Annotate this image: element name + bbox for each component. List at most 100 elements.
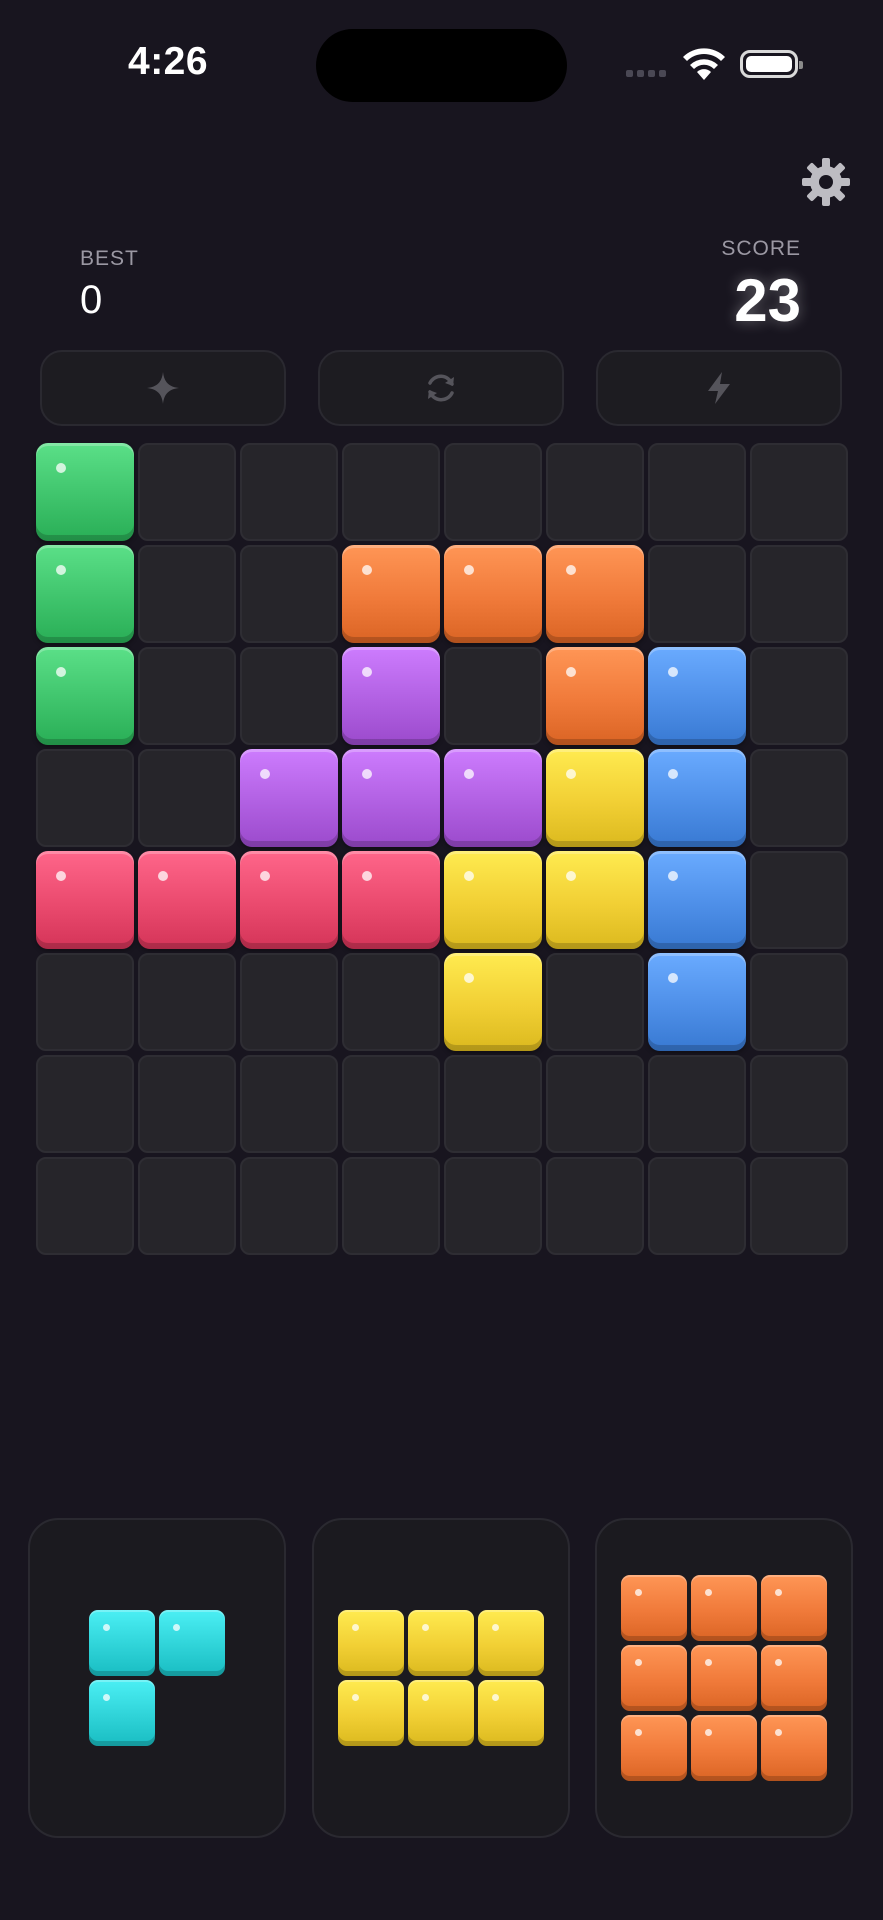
piece-block-yellow bbox=[478, 1680, 544, 1746]
board-cell-empty[interactable] bbox=[444, 647, 542, 745]
board-cell-empty[interactable] bbox=[36, 1157, 134, 1255]
piece-block-yellow bbox=[478, 1610, 544, 1676]
board-block-yellow[interactable] bbox=[546, 851, 644, 949]
board-cell-empty[interactable] bbox=[444, 1157, 542, 1255]
board-cell-empty[interactable] bbox=[546, 1157, 644, 1255]
board-cell-empty[interactable] bbox=[240, 647, 338, 745]
board-cell-empty[interactable] bbox=[138, 443, 236, 541]
board-cell-empty[interactable] bbox=[750, 443, 848, 541]
board-block-green[interactable] bbox=[36, 545, 134, 643]
best-label: BEST bbox=[80, 247, 139, 270]
board-cell-empty[interactable] bbox=[546, 443, 644, 541]
board-block-blue[interactable] bbox=[648, 749, 746, 847]
board-cell-empty[interactable] bbox=[138, 1055, 236, 1153]
board-block-pink[interactable] bbox=[138, 851, 236, 949]
piece-slot-3[interactable] bbox=[595, 1518, 853, 1838]
board-cell-empty[interactable] bbox=[648, 1055, 746, 1153]
board-block-blue[interactable] bbox=[648, 953, 746, 1051]
piece-block-orange bbox=[691, 1575, 757, 1641]
board-block-orange[interactable] bbox=[546, 647, 644, 745]
board-cell-empty[interactable] bbox=[240, 953, 338, 1051]
piece-block-yellow bbox=[408, 1680, 474, 1746]
board-cell-empty[interactable] bbox=[648, 545, 746, 643]
board-cell-empty[interactable] bbox=[240, 443, 338, 541]
piece-slot-1[interactable] bbox=[28, 1518, 286, 1838]
piece-slot-2[interactable] bbox=[312, 1518, 570, 1838]
board-cell-empty[interactable] bbox=[648, 1157, 746, 1255]
board-block-green[interactable] bbox=[36, 443, 134, 541]
board-block-blue[interactable] bbox=[648, 851, 746, 949]
piece-block-cyan bbox=[89, 1610, 155, 1676]
best-value: 0 bbox=[80, 278, 103, 322]
piece-block-cyan bbox=[89, 1680, 155, 1746]
refresh-icon bbox=[428, 374, 454, 402]
cellular-signal-icon bbox=[626, 70, 666, 77]
board-cell-empty[interactable] bbox=[36, 749, 134, 847]
board-cell-empty[interactable] bbox=[750, 749, 848, 847]
wifi-icon bbox=[683, 48, 725, 80]
score-value: 23 bbox=[734, 267, 801, 334]
board-cell-empty[interactable] bbox=[444, 1055, 542, 1153]
board-block-purple[interactable] bbox=[444, 749, 542, 847]
board-cell-empty[interactable] bbox=[240, 1055, 338, 1153]
board-block-yellow[interactable] bbox=[444, 851, 542, 949]
board-cell-empty[interactable] bbox=[750, 851, 848, 949]
refresh-powerup-button[interactable] bbox=[318, 350, 564, 426]
board-cell-empty[interactable] bbox=[138, 545, 236, 643]
board-cell-empty[interactable] bbox=[444, 443, 542, 541]
board-block-purple[interactable] bbox=[342, 749, 440, 847]
status-time: 4:26 bbox=[128, 40, 209, 83]
board-cell-empty[interactable] bbox=[240, 1157, 338, 1255]
piece-block-orange bbox=[621, 1575, 687, 1641]
board-cell-empty[interactable] bbox=[36, 953, 134, 1051]
board-block-blue[interactable] bbox=[648, 647, 746, 745]
score-label: SCORE bbox=[721, 237, 801, 260]
board-block-orange[interactable] bbox=[546, 545, 644, 643]
board-cell-empty[interactable] bbox=[750, 545, 848, 643]
board-block-yellow[interactable] bbox=[444, 953, 542, 1051]
gear-icon[interactable] bbox=[800, 156, 852, 208]
board-cell-empty[interactable] bbox=[750, 1055, 848, 1153]
board-cell-empty[interactable] bbox=[342, 953, 440, 1051]
board-cell-empty[interactable] bbox=[342, 1055, 440, 1153]
board-cell-empty[interactable] bbox=[648, 443, 746, 541]
piece-block-orange bbox=[691, 1715, 757, 1781]
board-cell-empty[interactable] bbox=[750, 953, 848, 1051]
board-block-pink[interactable] bbox=[342, 851, 440, 949]
dynamic-island bbox=[316, 29, 567, 102]
board-cell-empty[interactable] bbox=[240, 545, 338, 643]
piece-block-orange bbox=[761, 1715, 827, 1781]
board-block-orange[interactable] bbox=[342, 545, 440, 643]
board-cell-empty[interactable] bbox=[546, 1055, 644, 1153]
board-cell-empty[interactable] bbox=[546, 953, 644, 1051]
piece-block-orange bbox=[621, 1645, 687, 1711]
board-cell-empty[interactable] bbox=[750, 647, 848, 745]
board-block-pink[interactable] bbox=[36, 851, 134, 949]
piece-block-orange bbox=[761, 1575, 827, 1641]
board-cell-empty[interactable] bbox=[342, 443, 440, 541]
board-cell-empty[interactable] bbox=[138, 647, 236, 745]
board-block-yellow[interactable] bbox=[546, 749, 644, 847]
board-cell-empty[interactable] bbox=[342, 1157, 440, 1255]
piece-block-yellow bbox=[408, 1610, 474, 1676]
piece-block-yellow bbox=[338, 1680, 404, 1746]
piece-block-orange bbox=[621, 1715, 687, 1781]
board-cell-empty[interactable] bbox=[750, 1157, 848, 1255]
board-cell-empty[interactable] bbox=[138, 1157, 236, 1255]
sparkle-icon bbox=[147, 372, 179, 404]
board-block-orange[interactable] bbox=[444, 545, 542, 643]
battery-icon bbox=[740, 50, 803, 78]
board-cell-empty[interactable] bbox=[138, 749, 236, 847]
piece-block-orange bbox=[761, 1645, 827, 1711]
board-block-purple[interactable] bbox=[240, 749, 338, 847]
piece-block-yellow bbox=[338, 1610, 404, 1676]
board-block-green[interactable] bbox=[36, 647, 134, 745]
lightning-powerup-button[interactable] bbox=[596, 350, 842, 426]
board-block-purple[interactable] bbox=[342, 647, 440, 745]
board-cell-empty[interactable] bbox=[138, 953, 236, 1051]
board-block-pink[interactable] bbox=[240, 851, 338, 949]
piece-block-cyan bbox=[159, 1610, 225, 1676]
lightning-icon bbox=[708, 372, 730, 404]
sparkle-powerup-button[interactable] bbox=[40, 350, 286, 426]
board-cell-empty[interactable] bbox=[36, 1055, 134, 1153]
